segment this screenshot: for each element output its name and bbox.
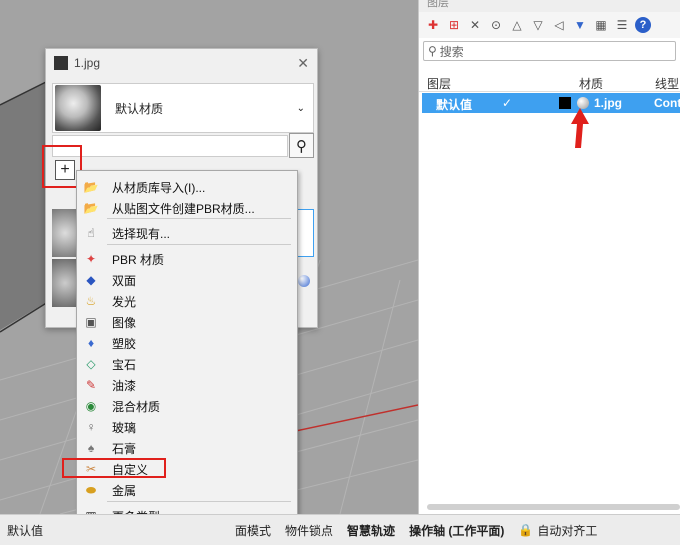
folder-image-icon: 📂	[83, 201, 99, 215]
highlight-box-custom	[62, 458, 166, 478]
menu-item-2[interactable]: ☝ 选择现有...	[77, 223, 297, 243]
layers-search-input[interactable]: ⚲ 搜索	[423, 41, 676, 61]
dialog-header: 1.jpg	[46, 49, 317, 77]
status-bar: 默认值 面模式 物件锁点 智慧轨迹 操作轴 (工作平面) 🔒 自动对齐工	[0, 514, 680, 545]
column-layer[interactable]: 图层	[427, 75, 451, 92]
status-gumball[interactable]: 操作轴 (工作平面)	[402, 515, 511, 545]
layers-panel-title: 图层	[419, 0, 680, 12]
status-smarttrack[interactable]: 智慧轨迹	[340, 515, 402, 545]
table-icon[interactable]: ▦	[593, 17, 609, 33]
search-button[interactable]: ⚲	[289, 133, 314, 158]
glass-icon: ♀	[86, 420, 96, 434]
layer-linetype[interactable]: Cont	[654, 96, 680, 110]
material-preview-1[interactable]	[52, 209, 78, 257]
layers-panel: 图层 ✚ ⊞ ✕ ⊙ △ ▽ ◁ ▼ ▦ ☰ ? ⚲ 搜索 图层 材质 线型 默…	[418, 0, 680, 514]
blend-icon: ◉	[85, 399, 97, 413]
move-down-icon[interactable]: ▽	[530, 17, 546, 33]
folder-open-icon: 📂	[83, 180, 99, 194]
menu-item-label: 玻璃	[112, 420, 137, 435]
menu-icon[interactable]: ☰	[614, 17, 630, 33]
menu-separator	[107, 218, 291, 219]
layers-table-header: 图层 材质 线型	[419, 72, 680, 92]
menu-item-9[interactable]: ✎ 油漆	[77, 375, 297, 395]
menu-item-0[interactable]: 📂 从材质库导入(I)...	[77, 177, 297, 197]
menu-item-label: 石膏	[112, 441, 137, 456]
status-osnap[interactable]: 物件锁点	[278, 515, 340, 545]
menu-item-label: 混合材质	[112, 399, 161, 414]
menu-item-5[interactable]: ♨ 发光	[77, 291, 297, 311]
column-material[interactable]: 材质	[579, 75, 603, 92]
menu-item-3[interactable]: ✦ PBR 材质	[77, 249, 297, 269]
filter-icon[interactable]: ▼	[572, 17, 588, 33]
metal-icon: ⬬	[85, 482, 97, 497]
menu-item-label: 发光	[112, 294, 137, 309]
double-sided-icon: ◆	[86, 273, 96, 287]
menu-item-10[interactable]: ◉ 混合材质	[77, 396, 297, 416]
menu-separator	[107, 244, 291, 245]
column-linetype[interactable]: 线型	[655, 75, 679, 92]
search-icon: ⚲	[296, 137, 307, 155]
emission-icon: ♨	[85, 294, 97, 308]
menu-item-label: 金属	[112, 483, 137, 498]
menu-item-8[interactable]: ◇ 宝石	[77, 354, 297, 374]
preview-panel	[296, 209, 314, 257]
layers-toolbar: ✚ ⊞ ✕ ⊙ △ ▽ ◁ ▼ ▦ ☰ ?	[419, 12, 680, 38]
menu-separator	[107, 501, 291, 502]
menu-item-label: 选择现有...	[112, 226, 171, 241]
menu-item-1[interactable]: 📂 从贴图文件创建PBR材质...	[77, 198, 297, 218]
menu-item-label: PBR 材质	[112, 252, 165, 267]
layers-search-placeholder: 搜索	[439, 44, 464, 59]
menu-item-label: 从材质库导入(I)...	[112, 180, 206, 195]
lock-icon: 🔒	[518, 523, 534, 537]
search-icon: ⚲	[428, 44, 437, 58]
material-name: 默认材质	[115, 101, 164, 116]
red-arrow-annotation	[571, 108, 589, 148]
paint-icon: ✎	[85, 378, 97, 392]
menu-item-label: 图像	[112, 315, 137, 330]
layers-scrollbar[interactable]	[427, 504, 680, 510]
status-face-mode[interactable]: 面模式	[228, 515, 278, 545]
menu-item-label: 宝石	[112, 357, 137, 372]
layer-name: 默认值	[436, 98, 473, 112]
pbr-icon: ✦	[85, 252, 97, 266]
menu-item-label: 双面	[112, 273, 137, 288]
material-preview-2[interactable]	[52, 259, 78, 307]
material-search-input[interactable]	[52, 135, 288, 157]
material-thumbnail	[55, 85, 101, 131]
plaster-icon: ♠	[87, 441, 95, 455]
menu-item-6[interactable]: ▣ 图像	[77, 312, 297, 332]
menu-item-label: 塑胶	[112, 336, 137, 351]
menu-item-12[interactable]: ♠ 石膏	[77, 438, 297, 458]
menu-item-11[interactable]: ♀ 玻璃	[77, 417, 297, 437]
menu-item-7[interactable]: ♦ 塑胶	[77, 333, 297, 353]
plastic-icon: ♦	[87, 336, 95, 350]
current-layer-check[interactable]: ✓	[502, 96, 512, 110]
menu-item-4[interactable]: ◆ 双面	[77, 270, 297, 290]
dialog-title: 1.jpg	[74, 56, 101, 70]
material-selector[interactable]: 默认材质 ⌄	[52, 83, 314, 133]
menu-item-label: 油漆	[112, 378, 137, 393]
hand-pointer-icon: ☝	[87, 226, 95, 240]
status-auto-align[interactable]: 🔒 自动对齐工	[511, 515, 604, 545]
move-left-icon[interactable]: ◁	[551, 17, 567, 33]
image-icon: ▣	[85, 315, 97, 329]
new-sublayer-icon[interactable]: ⊞	[446, 17, 462, 33]
filter-by-icon[interactable]: ⊙	[488, 17, 504, 33]
gem-icon: ◇	[86, 357, 96, 371]
new-layer-icon[interactable]: ✚	[425, 17, 441, 33]
status-auto-align-label: 自动对齐工	[537, 523, 598, 538]
help-icon[interactable]: ?	[635, 17, 651, 33]
menu-item-label: 从贴图文件创建PBR材质...	[112, 201, 255, 216]
image-file-icon	[54, 56, 68, 70]
delete-icon[interactable]: ✕	[467, 17, 483, 33]
close-icon[interactable]: ✕	[297, 55, 309, 72]
layer-material[interactable]: 1.jpg	[594, 96, 622, 110]
status-layer[interactable]: 默认值	[0, 515, 50, 545]
sphere-icon[interactable]	[298, 275, 310, 287]
move-up-icon[interactable]: △	[509, 17, 525, 33]
chevron-down-icon[interactable]: ⌄	[297, 103, 305, 114]
layer-row-default[interactable]: 默认值 ✓ 1.jpg Cont	[422, 93, 680, 113]
menu-item-14[interactable]: ⬬ 金属	[77, 480, 297, 500]
